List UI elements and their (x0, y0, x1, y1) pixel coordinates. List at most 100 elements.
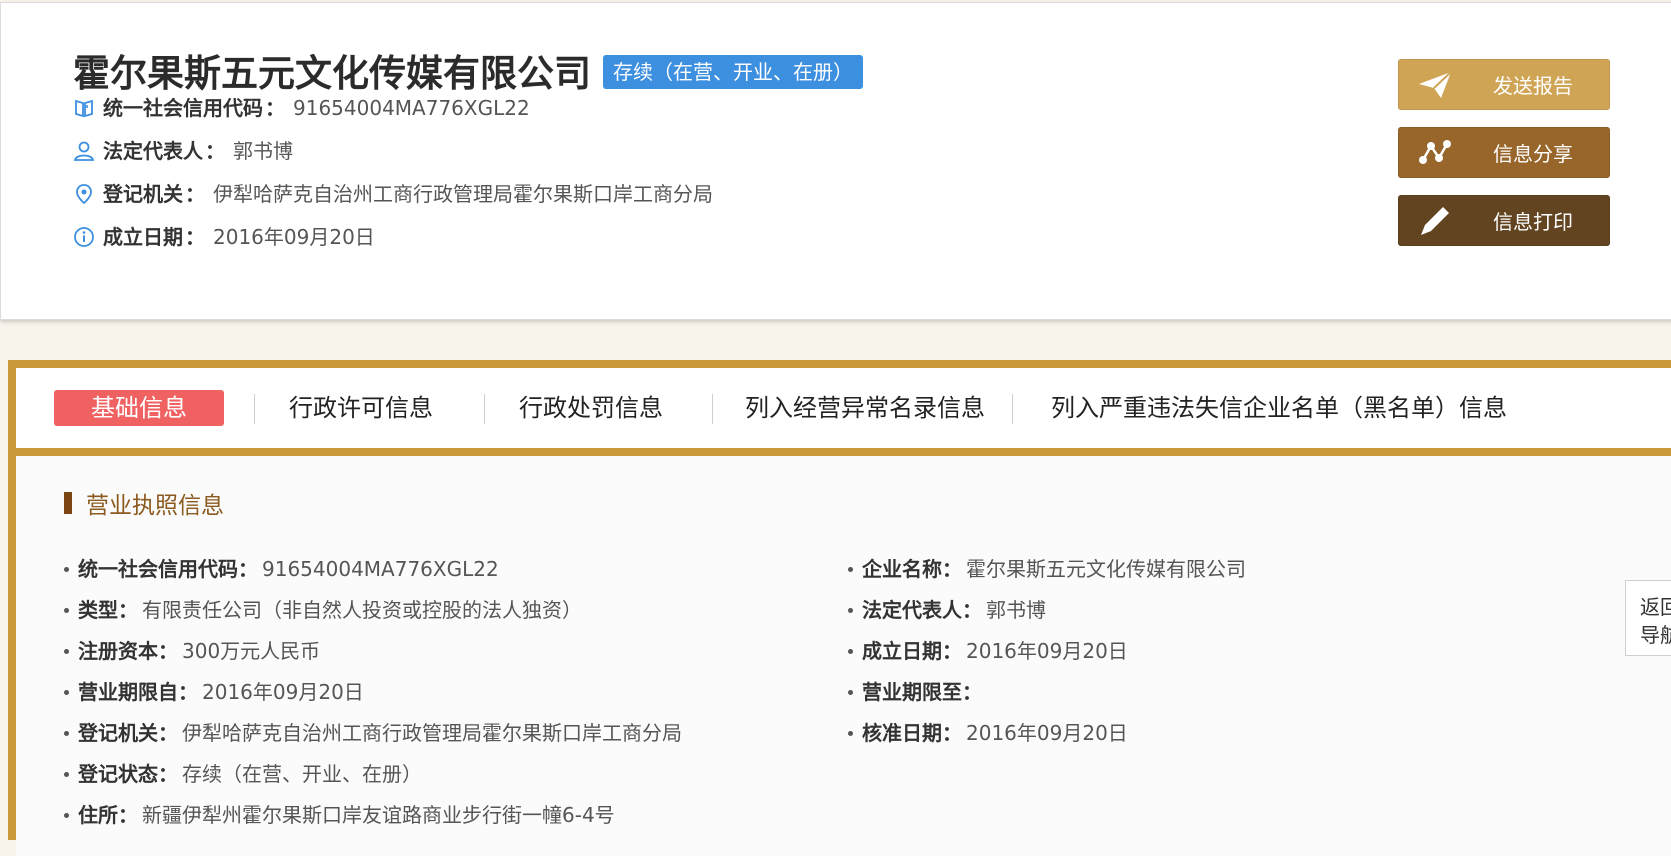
share-info-label: 信息分享 (1493, 142, 1573, 166)
field-value: 新疆伊犁州霍尔果斯口岸友谊路商业步行街一幢6-4号 (142, 803, 615, 827)
summary-legal-rep: 法定代表人 ： 郭书博 (73, 138, 293, 164)
bullet-dot (848, 648, 853, 654)
summary-label: 统一社会信用代码 (103, 96, 263, 120)
field-label: 统一社会信用代码 (78, 557, 238, 581)
bullet-dot (64, 648, 69, 654)
field-legal-rep: 法定代表人 ： 郭书博 (848, 597, 1046, 623)
summary-colon: ： (265, 96, 285, 120)
company-title-row: 霍尔果斯五元文化传媒有限公司 存续（在营、开业、在册） (73, 43, 863, 97)
field-value: 伊犁哈萨克自治州工商行政管理局霍尔果斯口岸工商分局 (182, 721, 682, 745)
field-colon: ： (962, 680, 982, 704)
person-icon (73, 140, 95, 162)
share-nodes-icon (1415, 133, 1455, 173)
summary-colon: ： (185, 182, 205, 206)
tab-divider (484, 394, 485, 424)
field-label: 企业名称 (862, 557, 942, 581)
side-nav-line2: 导航 (1640, 623, 1671, 647)
field-label: 住所 (78, 803, 118, 827)
bullet-dot (848, 730, 853, 736)
book-icon (73, 97, 95, 119)
field-value: 存续（在营、开业、在册） (182, 762, 422, 786)
bullet-dot (848, 689, 853, 695)
summary-founded: 成立日期 ： 2016年09月20日 (73, 224, 375, 250)
field-value: 2016年09月20日 (966, 721, 1128, 745)
field-authority: 登记机关 ： 伊犁哈萨克自治州工商行政管理局霍尔果斯口岸工商分局 (64, 720, 682, 746)
field-colon: ： (238, 557, 258, 581)
tab-basic-info[interactable]: 基础信息 (54, 390, 224, 426)
field-value: 郭书博 (986, 598, 1046, 622)
summary-credit-code: 统一社会信用代码 ： 91654004MA776XGL22 (73, 95, 530, 121)
field-label: 核准日期 (862, 721, 942, 745)
field-colon: ： (942, 557, 962, 581)
bullet-dot (64, 566, 69, 572)
field-value: 霍尔果斯五元文化传媒有限公司 (966, 557, 1246, 581)
summary-value: 郭书博 (233, 139, 293, 163)
send-report-button[interactable]: 发送报告 (1398, 59, 1610, 110)
main-panel: 基础信息 行政许可信息 行政处罚信息 列入经营异常名录信息 列入严重违法失信企业… (8, 360, 1671, 856)
field-colon: ： (158, 762, 178, 786)
field-label: 营业期限至 (862, 680, 962, 704)
section-title-text: 营业执照信息 (86, 493, 224, 519)
bullet-dot (848, 566, 853, 572)
tab-divider (254, 394, 255, 424)
bullet-dot (848, 607, 853, 613)
summary-label: 登记机关 (103, 182, 183, 206)
business-license-content: 营业执照信息 统一社会信用代码 ： 91654004MA776XGL22 类型 … (16, 456, 1671, 856)
field-value: 有限责任公司（非自然人投资或控股的法人独资） (142, 598, 582, 622)
field-company-name: 企业名称 ： 霍尔果斯五元文化传媒有限公司 (848, 556, 1246, 582)
field-label: 登记状态 (78, 762, 158, 786)
field-registration-status: 登记状态 ： 存续（在营、开业、在册） (64, 761, 422, 787)
back-to-nav-button[interactable]: 返回 导航 (1625, 580, 1671, 656)
tab-bar: 基础信息 行政许可信息 行政处罚信息 列入经营异常名录信息 列入严重违法失信企业… (16, 368, 1671, 456)
summary-value: 2016年09月20日 (213, 225, 375, 249)
field-label: 法定代表人 (862, 598, 962, 622)
summary-label: 成立日期 (103, 225, 183, 249)
field-colon: ： (942, 721, 962, 745)
send-report-label: 发送报告 (1493, 74, 1573, 98)
field-colon: ： (158, 639, 178, 663)
share-info-button[interactable]: 信息分享 (1398, 127, 1610, 178)
tab-admin-license[interactable]: 行政许可信息 (286, 390, 436, 426)
field-credit-code: 统一社会信用代码 ： 91654004MA776XGL22 (64, 556, 499, 582)
company-header-card: 霍尔果斯五元文化传媒有限公司 存续（在营、开业、在册） 统一社会信用代码 ： 9… (0, 2, 1671, 320)
field-value: 91654004MA776XGL22 (262, 557, 499, 581)
summary-value: 伊犁哈萨克自治州工商行政管理局霍尔果斯口岸工商分局 (213, 182, 713, 206)
field-colon: ： (962, 598, 982, 622)
tab-abnormal-list[interactable]: 列入经营异常名录信息 (740, 390, 990, 426)
summary-colon: ： (205, 139, 225, 163)
field-founded-date: 成立日期 ： 2016年09月20日 (848, 638, 1128, 664)
field-type: 类型 ： 有限责任公司（非自然人投资或控股的法人独资） (64, 597, 582, 623)
field-term-to: 营业期限至 ： (848, 679, 986, 705)
field-label: 注册资本 (78, 639, 158, 663)
field-label: 登记机关 (78, 721, 158, 745)
print-info-label: 信息打印 (1493, 210, 1573, 234)
tab-divider (712, 394, 713, 424)
summary-label: 法定代表人 (103, 139, 203, 163)
section-marker (64, 492, 72, 514)
field-label: 成立日期 (862, 639, 942, 663)
tab-admin-penalty[interactable]: 行政处罚信息 (516, 390, 666, 426)
field-value: 2016年09月20日 (202, 680, 364, 704)
company-name: 霍尔果斯五元文化传媒有限公司 (73, 52, 591, 95)
field-colon: ： (942, 639, 962, 663)
bullet-dot (64, 689, 69, 695)
status-badge: 存续（在营、开业、在册） (603, 55, 863, 89)
tab-blacklist[interactable]: 列入严重违法失信企业名单（黑名单）信息 (1044, 390, 1514, 426)
field-label: 营业期限自 (78, 680, 178, 704)
field-registered-capital: 注册资本 ： 300万元人民币 (64, 638, 320, 664)
summary-colon: ： (185, 225, 205, 249)
summary-authority: 登记机关 ： 伊犁哈萨克自治州工商行政管理局霍尔果斯口岸工商分局 (73, 181, 713, 207)
location-pin-icon (73, 183, 95, 205)
field-address: 住所 ： 新疆伊犁州霍尔果斯口岸友谊路商业步行街一幢6-4号 (64, 802, 615, 828)
field-value: 2016年09月20日 (966, 639, 1128, 663)
field-term-from: 营业期限自 ： 2016年09月20日 (64, 679, 364, 705)
field-colon: ： (118, 803, 138, 827)
field-colon: ： (178, 680, 198, 704)
print-info-button[interactable]: 信息打印 (1398, 195, 1610, 246)
pencil-icon (1415, 201, 1455, 241)
summary-value: 91654004MA776XGL22 (293, 96, 530, 120)
field-colon: ： (158, 721, 178, 745)
info-icon (73, 226, 95, 248)
field-label: 类型 (78, 598, 118, 622)
bullet-dot (64, 730, 69, 736)
